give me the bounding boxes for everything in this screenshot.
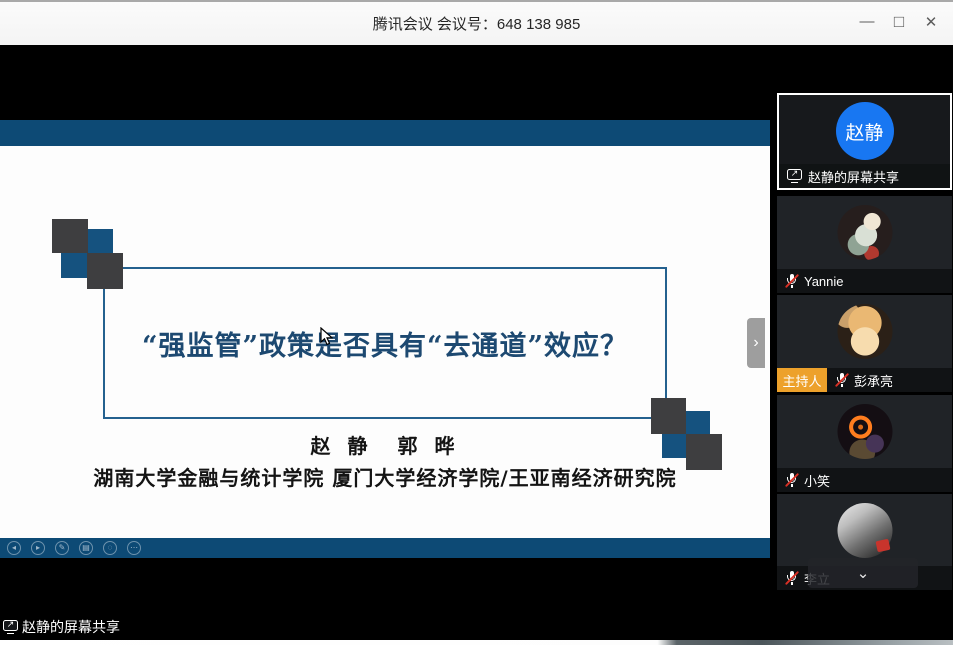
screen-share-banner: ↗ 赵静的屏幕共享	[3, 616, 120, 638]
pen-icon[interactable]: ✎	[55, 541, 69, 555]
minimize-button[interactable]: —	[851, 0, 883, 43]
deco-square	[651, 398, 686, 434]
participant-name: 赵静的屏幕共享	[808, 167, 899, 186]
next-slide-icon[interactable]: ▸	[31, 541, 45, 555]
avatar	[837, 503, 892, 558]
presenter-toolbar: ◂ ▸ ✎ ▤ ◌ ⋯	[0, 538, 770, 558]
participant-label: Yannie	[777, 269, 952, 293]
magnifier-icon[interactable]: ◌	[103, 541, 117, 555]
deco-square	[88, 229, 113, 253]
deco-square	[87, 253, 123, 289]
slide-title: “强监管”政策是否具有“去通道”效应？	[142, 324, 628, 363]
avatar	[837, 304, 892, 359]
mic-muted-icon	[785, 570, 798, 586]
participant-tile-xiaoxiao[interactable]: 小笑	[777, 395, 952, 492]
participant-tile-host[interactable]: 主持人 彭承亮	[777, 295, 952, 392]
participant-name: Yannie	[804, 274, 844, 289]
window-controls: — □ ✕	[851, 0, 947, 43]
titlebar: 腾讯会议 会议号：648 138 985	[0, 2, 953, 45]
participant-tile-screen-share[interactable]: 赵静 ↗ 赵静的屏幕共享	[777, 93, 952, 190]
close-button[interactable]: ✕	[915, 0, 947, 43]
deco-square	[61, 253, 87, 278]
slide-authors: 赵 静 郭 晔	[0, 430, 770, 459]
mic-muted-icon	[785, 273, 798, 289]
slide-panel-icon[interactable]: ▤	[79, 541, 93, 555]
participant-label: 主持人 彭承亮	[777, 368, 952, 392]
avatar	[837, 205, 892, 260]
slide-affiliation: 湖南大学金融与统计学院 厦门大学经济学院/王亚南经济研究院	[0, 462, 770, 491]
slide-title-box: “强监管”政策是否具有“去通道”效应？	[103, 267, 667, 419]
avatar	[837, 404, 892, 459]
mouse-cursor	[320, 327, 333, 346]
host-badge: 主持人	[777, 368, 827, 392]
participant-label: 小笑	[777, 468, 952, 492]
meeting-main-area: “强监管”政策是否具有“去通道”效应？ 赵 静 郭 晔 湖南大学金融与统计学院 …	[0, 45, 953, 645]
shared-screen-view: “强监管”政策是否具有“去通道”效应？ 赵 静 郭 晔 湖南大学金融与统计学院 …	[0, 45, 770, 645]
mic-muted-icon	[785, 472, 798, 488]
participant-label: ↗ 赵静的屏幕共享	[779, 164, 950, 188]
deco-square	[52, 219, 88, 253]
more-icon[interactable]: ⋯	[127, 541, 141, 555]
slide-top-band	[0, 120, 770, 146]
hide-video-panel-toggle[interactable]: ›	[747, 318, 765, 368]
participants-sidebar: 赵静 ↗ 赵静的屏幕共享 Yannie 主持人	[776, 45, 953, 645]
presentation-slide: “强监管”政策是否具有“去通道”效应？ 赵 静 郭 晔 湖南大学金融与统计学院 …	[0, 146, 770, 538]
screen-share-banner-label: 赵静的屏幕共享	[22, 617, 120, 637]
window-bottom-edge	[0, 640, 953, 645]
screen-share-icon: ↗	[787, 169, 802, 183]
maximize-button[interactable]: □	[883, 0, 915, 43]
avatar: 赵静	[836, 102, 894, 160]
collapse-video-strip-button[interactable]: ⌄	[808, 558, 918, 588]
previous-slide-icon[interactable]: ◂	[7, 541, 21, 555]
window-title: 腾讯会议 会议号：648 138 985	[373, 13, 581, 34]
avatar-initials: 赵静	[845, 118, 883, 145]
participant-name: 小笑	[804, 471, 830, 490]
participant-name: 彭承亮	[854, 371, 893, 390]
participant-tile-yannie[interactable]: Yannie	[777, 196, 952, 293]
screen-share-icon: ↗	[3, 620, 18, 634]
mic-muted-icon	[835, 372, 848, 388]
